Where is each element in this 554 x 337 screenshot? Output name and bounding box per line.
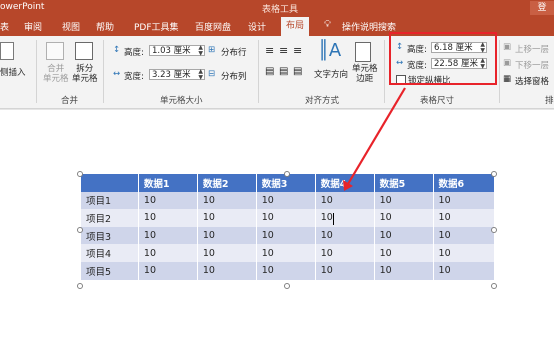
annotation-arrow xyxy=(343,87,406,191)
arrow-head xyxy=(343,180,353,191)
arrow-line xyxy=(347,87,406,185)
